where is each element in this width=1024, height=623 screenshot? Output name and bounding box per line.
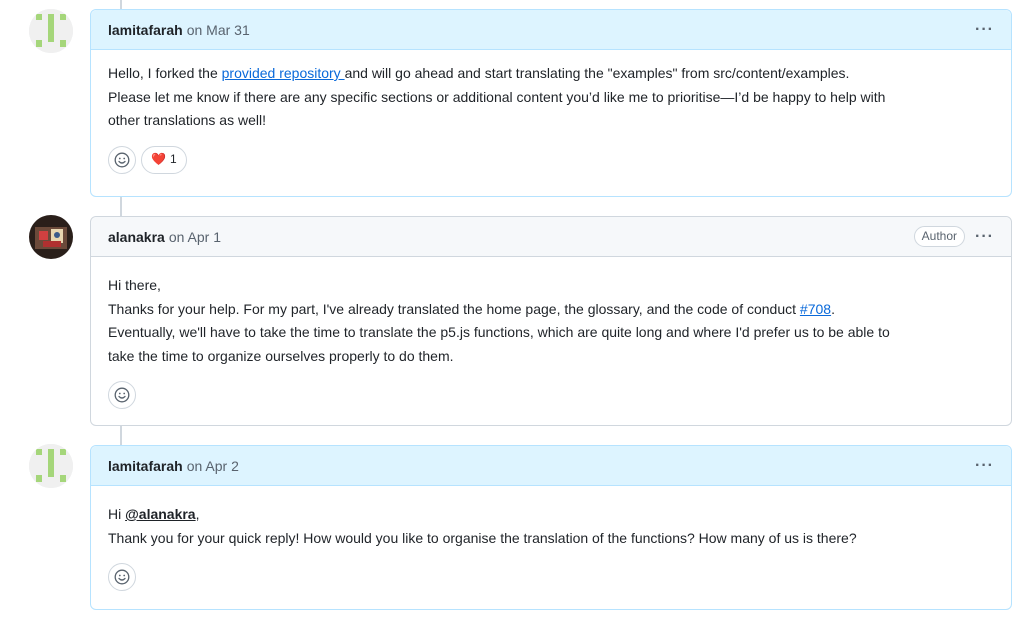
comment-date[interactable]: on Apr 2 <box>187 458 239 474</box>
comment-header: lamitafarah on Apr 2 ··· <box>91 446 1011 486</box>
issue-708-link[interactable]: #708 <box>800 301 831 317</box>
comment-text: Please let me know if there are any spec… <box>108 88 886 105</box>
avatar[interactable] <box>29 215 73 259</box>
smiley-icon <box>114 569 130 585</box>
comment-date[interactable]: on Apr 1 <box>169 229 221 245</box>
avatar[interactable] <box>29 9 73 53</box>
mention-link[interactable]: @alanakra <box>125 506 195 522</box>
add-reaction-button[interactable] <box>108 381 136 409</box>
add-reaction-button[interactable] <box>108 145 136 174</box>
text-span: and will go ahead and start translating … <box>344 65 850 81</box>
reactions: ❤️ 1 <box>108 145 994 174</box>
author-badge: Author <box>913 226 966 247</box>
heart-reaction-button[interactable]: ❤️ 1 <box>141 145 187 174</box>
comment-text: take the time to organize ourselves prop… <box>108 347 454 364</box>
smiley-icon <box>114 387 130 403</box>
comment-text: Hi @alanakra, <box>108 503 994 527</box>
comment-body: Hi @alanakra, Thank you for your quick r… <box>91 486 1011 603</box>
reactions <box>108 563 994 591</box>
comment-text: Thank you for your quick reply! How woul… <box>108 529 857 546</box>
kebab-icon[interactable]: ··· <box>975 457 994 475</box>
avatar[interactable] <box>29 444 73 488</box>
comment-body: Hi there, Thanks for your help. For my p… <box>91 257 1011 421</box>
comment-body: Hello, I forked the provided repository … <box>91 50 1011 186</box>
comment: lamitafarah on Mar 31 ··· Hello, I forke… <box>90 9 1012 197</box>
provided-repository-link[interactable]: provided repository <box>222 65 345 81</box>
comment-date[interactable]: on Mar 31 <box>187 22 250 38</box>
smiley-icon <box>114 152 130 167</box>
comment: alanakra on Apr 1 Author ··· Hi there, T… <box>90 216 1012 426</box>
reaction-count: 1 <box>169 151 177 166</box>
comment-header: lamitafarah on Mar 31 ··· <box>91 10 1011 50</box>
kebab-icon[interactable]: ··· <box>975 21 994 39</box>
comment-text: other translations as well! <box>108 112 266 128</box>
reactions <box>108 381 994 409</box>
comment-author[interactable]: lamitafarah <box>108 458 183 474</box>
text-span: . <box>831 300 835 317</box>
comment: lamitafarah on Apr 2 ··· Hi @alanakra, T… <box>90 445 1012 610</box>
comment-author[interactable]: lamitafarah <box>108 22 183 38</box>
comment-text: Hi there, <box>108 277 161 293</box>
text-span: Hi <box>108 506 126 522</box>
comment-text: Eventually, we'll have to take the time … <box>108 324 890 340</box>
text-span: , <box>195 506 200 522</box>
comment-text: Hello, I forked the provided repository … <box>108 62 994 86</box>
comment-author[interactable]: alanakra <box>108 229 165 245</box>
text-span: Thanks for your help. For my part, I've … <box>108 300 800 317</box>
timeline-line <box>120 197 122 216</box>
add-reaction-button[interactable] <box>108 563 136 591</box>
timeline-line <box>120 426 122 445</box>
heart-icon: ❤️ <box>151 151 166 166</box>
kebab-icon[interactable]: ··· <box>975 228 994 246</box>
text-span: Hello, I forked the <box>108 65 222 81</box>
comment-header: alanakra on Apr 1 Author ··· <box>91 217 1011 257</box>
comment-text: Thanks for your help. For my part, I've … <box>108 298 994 322</box>
